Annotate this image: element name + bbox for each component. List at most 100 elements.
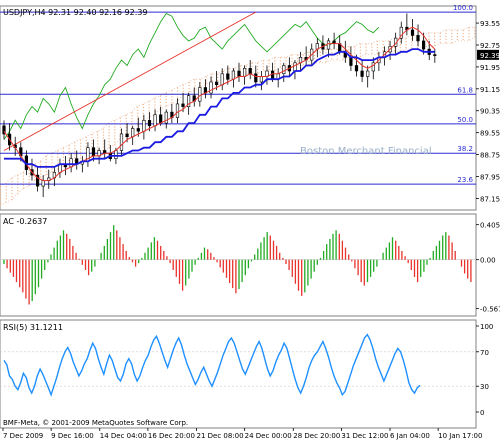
- x-axis-tick-label: 10 Jan 17:00: [438, 432, 482, 440]
- cloud-dot: [325, 52, 327, 54]
- price-y-tick-label: 93.55: [480, 20, 500, 28]
- cloud-dot: [268, 69, 270, 71]
- cloud-dot: [148, 110, 150, 112]
- cloud-dot: [297, 57, 299, 59]
- cloud-dot: [439, 35, 441, 37]
- cloud-dot: [331, 52, 333, 54]
- cloud-dot: [131, 115, 133, 117]
- cloud-dot: [171, 102, 173, 104]
- cloud-dot: [211, 76, 213, 78]
- cloud-dot: [5, 192, 7, 194]
- cloud-dot: [262, 63, 264, 65]
- cloud-dot: [34, 179, 36, 181]
- cloud-dot: [57, 156, 59, 158]
- cloud-dot: [22, 175, 24, 177]
- cloud-dot: [57, 162, 59, 164]
- cloud-dot: [428, 38, 430, 40]
- cloud-dot: [359, 46, 361, 48]
- cloud-dot: [62, 147, 64, 149]
- cloud-dot: [279, 66, 281, 68]
- cloud-dot: [159, 101, 162, 103]
- cloud-dot: [314, 57, 316, 59]
- cloud-dot: [34, 176, 36, 178]
- candle-body: [349, 56, 353, 66]
- cloud-dot: [428, 35, 430, 37]
- cloud-dot: [468, 30, 470, 32]
- cloud-dot: [80, 154, 82, 156]
- cloud-dot: [45, 161, 47, 164]
- cloud-dot: [257, 71, 259, 73]
- cloud-dot: [359, 52, 361, 54]
- cloud-dot: [474, 33, 476, 35]
- cloud-dot: [462, 32, 464, 35]
- cloud-dot: [11, 177, 13, 180]
- cloud-dot: [205, 76, 207, 78]
- cloud-dot: [365, 52, 367, 54]
- cloud-dot: [142, 112, 144, 115]
- cloud-dot: [137, 106, 139, 108]
- cloud-dot: [51, 168, 53, 170]
- cloud-dot: [262, 66, 264, 68]
- cloud-dot: [177, 96, 179, 98]
- price-panel-title: USDJPY,H4 92.31 92.40 92.16 92.39: [3, 8, 147, 17]
- candle-body: [69, 158, 73, 168]
- cloud-dot: [354, 52, 356, 54]
- cloud-dot: [85, 139, 87, 141]
- cloud-dot: [474, 30, 476, 32]
- cloud-dot: [142, 109, 144, 112]
- cloud-dot: [119, 126, 122, 128]
- cloud-dot: [102, 131, 104, 133]
- cloud-dot: [80, 148, 82, 150]
- x-axis-tick-label: 6 Jan 04:00: [390, 432, 430, 440]
- cloud-dot: [91, 146, 93, 148]
- cloud-dot: [165, 98, 167, 101]
- cloud-dot: [97, 134, 99, 136]
- cloud-dot: [108, 132, 110, 134]
- cloud-dot: [228, 68, 230, 70]
- cloud-dot: [51, 162, 53, 164]
- rsi-y-tick-label: 0: [480, 409, 484, 417]
- candle-body: [91, 147, 96, 157]
- cloud-dot: [28, 172, 30, 175]
- cloud-dot: [114, 135, 116, 137]
- cloud-dot: [285, 63, 287, 65]
- cloud-dot: [114, 144, 116, 146]
- cloud-dot: [348, 46, 350, 48]
- cloud-dot: [382, 43, 384, 46]
- cloud-dot: [28, 181, 30, 184]
- cloud-dot: [177, 90, 179, 92]
- candle-body: [131, 128, 135, 137]
- x-axis-tick-label: 9 Dec 16:00: [51, 432, 94, 440]
- trading-chart: 100.0 61.8 50.0 38.2 23.6 93.55 92.75 91.95 91.1…: [0, 0, 500, 440]
- cloud-dot: [51, 156, 53, 158]
- candle-body: [416, 35, 420, 42]
- cloud-dot: [91, 134, 93, 136]
- fib-level-label: 61.8: [457, 86, 473, 94]
- cloud-dot: [137, 109, 139, 111]
- cloud-dot: [456, 35, 459, 38]
- cloud-dot: [308, 54, 310, 56]
- cloud-dot: [336, 58, 339, 60]
- cloud-dot: [411, 44, 413, 46]
- candle-body: [421, 40, 426, 50]
- cloud-dot: [285, 57, 287, 59]
- cloud-dot: [17, 181, 19, 183]
- cloud-dot: [0, 198, 2, 200]
- cloud-dot: [405, 44, 407, 46]
- candle-body: [164, 111, 168, 124]
- cloud-dot: [188, 88, 190, 90]
- cloud-dot: [474, 27, 476, 29]
- candle-body: [231, 70, 236, 80]
- fib-level-label: 100.0: [453, 4, 473, 12]
- cloud-dot: [291, 54, 293, 56]
- cloud-dot: [102, 137, 104, 139]
- price-y-tick-label: 88.75: [480, 152, 500, 160]
- x-axis-tick-label: 28 Dec 20:00: [293, 432, 340, 440]
- candle-body: [282, 65, 286, 74]
- cloud-dot: [451, 35, 453, 38]
- cloud-dot: [57, 150, 59, 152]
- cloud-dot: [11, 192, 13, 195]
- cloud-dot: [80, 157, 82, 159]
- candle-body: [270, 70, 275, 80]
- ac-y-tick-label: -0.5676: [480, 306, 500, 314]
